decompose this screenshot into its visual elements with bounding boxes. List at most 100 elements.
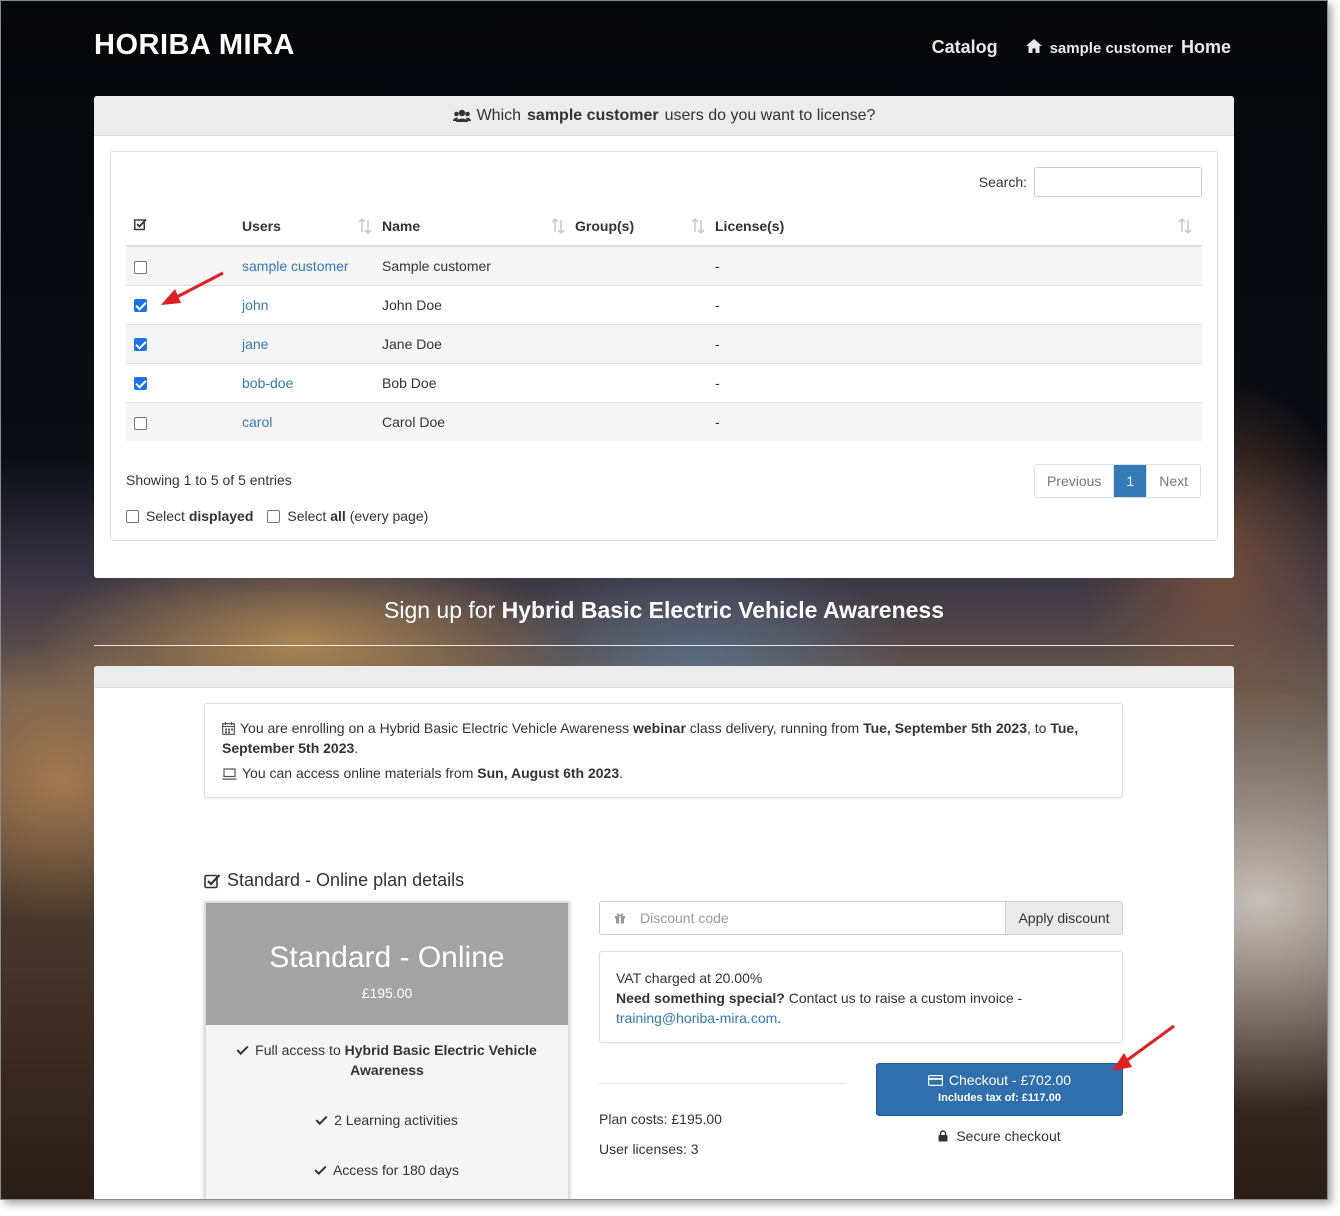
checkout-button[interactable]: Checkout - £702.00 Includes tax of: £117… [876, 1063, 1123, 1116]
checkout-label: Checkout - £702.00 [948, 1072, 1072, 1088]
search-input[interactable] [1034, 167, 1202, 197]
cost-summary: Plan costs: £195.00 User licenses: 3 [599, 1104, 722, 1164]
user-groups [575, 284, 715, 324]
discount-input[interactable]: Discount code [600, 902, 1005, 934]
row-checkbox[interactable] [134, 338, 147, 352]
feature-course-name: Hybrid Basic Electric Vehicle Awareness [344, 1042, 537, 1078]
calendar-icon [222, 722, 235, 735]
select-all-note: (every page) [349, 508, 429, 524]
heading-text-pre: Which [476, 106, 522, 124]
user-groups [575, 362, 715, 402]
user-full-name: Carol Doe [382, 401, 575, 441]
annotation-arrow [161, 271, 224, 305]
search-label: Search: [978, 174, 1027, 190]
annotation-arrow [1112, 1024, 1175, 1071]
vat-info-box: VAT charged at 20.00% Need something spe… [599, 951, 1123, 1043]
vat-rate: VAT charged at 20.00% [616, 970, 763, 986]
users-icon [452, 109, 471, 122]
feature-text: Full access to [255, 1042, 341, 1058]
select-all-label: Select [287, 508, 327, 524]
check-square-icon [204, 873, 221, 888]
gift-icon [615, 913, 625, 924]
sort-icon [1178, 218, 1192, 234]
sort-icon [551, 218, 565, 234]
special-text: Contact us to raise a custom invoice - [788, 990, 1023, 1006]
column-header-users[interactable]: Users [242, 206, 382, 247]
row-checkbox[interactable] [134, 377, 147, 391]
nav-home-label: Home [1180, 37, 1231, 57]
search-box: Search: [979, 167, 1202, 197]
user-licenses: - [715, 401, 1202, 441]
plan-feature: Full access to Hybrid Basic Electric Veh… [206, 1040, 568, 1080]
plan-feature: Access for 180 days [206, 1160, 568, 1180]
column-header-licenses[interactable]: License(s) [715, 206, 1202, 247]
user-groups [575, 323, 715, 363]
enrol-text: . [354, 740, 359, 756]
plan-name: Standard - Online [269, 941, 505, 974]
column-header-groups[interactable]: Group(s) [575, 206, 715, 247]
divider [599, 1083, 845, 1084]
pagination: Previous 1 Next [1033, 464, 1201, 498]
user-licenses-count: User licenses: 3 [599, 1141, 699, 1157]
pager-previous[interactable]: Previous [1035, 465, 1115, 497]
table-row: bob-doe Bob Doe - [126, 362, 1202, 402]
materials-text: . [619, 765, 624, 781]
pager-page-current[interactable]: 1 [1114, 465, 1148, 497]
discount-placeholder: Discount code [640, 910, 729, 926]
check-icon [236, 1042, 249, 1056]
plan-card-header: Standard - Online £195.00 [206, 903, 568, 1025]
signup-title: Sign up for Hybrid Basic Electric Vehicl… [94, 597, 1234, 624]
column-label: License(s) [715, 217, 785, 234]
laptop-icon [222, 768, 237, 780]
pager-next[interactable]: Next [1147, 465, 1200, 497]
users-table: Users Name Group(s) License(s) sample cu… [126, 206, 1202, 441]
credit-card-icon [927, 1074, 943, 1086]
user-full-name: Sample customer [382, 245, 575, 285]
users-table-container: Search: Users Name Group(s) License(s) s… [110, 151, 1218, 541]
nav-catalog-link[interactable]: Catalog [932, 37, 998, 58]
row-checkbox[interactable] [134, 260, 147, 274]
plan-section-title: Standard - Online plan details [204, 870, 464, 891]
user-link[interactable]: jane [242, 336, 268, 352]
plan-panel-heading [94, 666, 1234, 688]
row-checkbox[interactable] [134, 299, 147, 313]
signup-title-pre: Sign up for [384, 597, 496, 623]
user-licenses: - [715, 284, 1202, 324]
secure-checkout-text: Secure checkout [956, 1128, 1061, 1144]
select-column-header[interactable] [126, 206, 242, 247]
select-displayed-label: Select [146, 508, 185, 524]
checkout-tax-label: Includes tax of: [938, 1092, 1019, 1104]
apply-discount-button[interactable]: Apply discount [1005, 902, 1122, 934]
enrol-text: class delivery, running from [689, 720, 860, 736]
signup-course-name: Hybrid Basic Electric Vehicle Awareness [501, 597, 944, 623]
table-row: carol Carol Doe - [126, 401, 1202, 441]
select-displayed-option[interactable]: Select displayed [126, 508, 253, 524]
user-full-name: Bob Doe [382, 362, 575, 402]
user-link[interactable]: carol [242, 414, 272, 430]
top-nav: Catalog sample customer Home [932, 37, 1231, 58]
select-all-checkbox[interactable] [267, 509, 281, 523]
contact-email-link[interactable]: training@horiba-mira.com [616, 1010, 777, 1026]
column-label: Users [242, 217, 281, 234]
check-icon [315, 1112, 328, 1126]
nav-home-link[interactable]: sample customer Home [1025, 37, 1231, 58]
column-header-name[interactable]: Name [382, 206, 575, 247]
special-heading: Need something special? [616, 990, 785, 1006]
user-link[interactable]: sample customer [242, 258, 349, 274]
materials-text: You can access online materials from [242, 765, 474, 781]
enrol-start-date: Tue, September 5th 2023 [863, 720, 1027, 736]
user-link[interactable]: bob-doe [242, 375, 293, 391]
select-all-option[interactable]: Select all (every page) [267, 508, 428, 524]
bulk-select-row: Select displayed Select all (every page) [126, 508, 428, 524]
brand-logo[interactable]: HORIBA MIRA [94, 29, 295, 62]
sort-icon [358, 218, 372, 234]
user-licenses: - [715, 323, 1202, 363]
row-checkbox[interactable] [134, 416, 147, 430]
table-row: jane Jane Doe - [126, 323, 1202, 363]
select-displayed-checkbox[interactable] [126, 509, 139, 523]
home-icon [1025, 39, 1042, 53]
user-link[interactable]: john [242, 297, 268, 313]
checkout-tax-value: £117.00 [1021, 1092, 1061, 1104]
nav-user-name: sample customer [1049, 40, 1173, 57]
discount-group: Discount code Apply discount [599, 901, 1123, 935]
